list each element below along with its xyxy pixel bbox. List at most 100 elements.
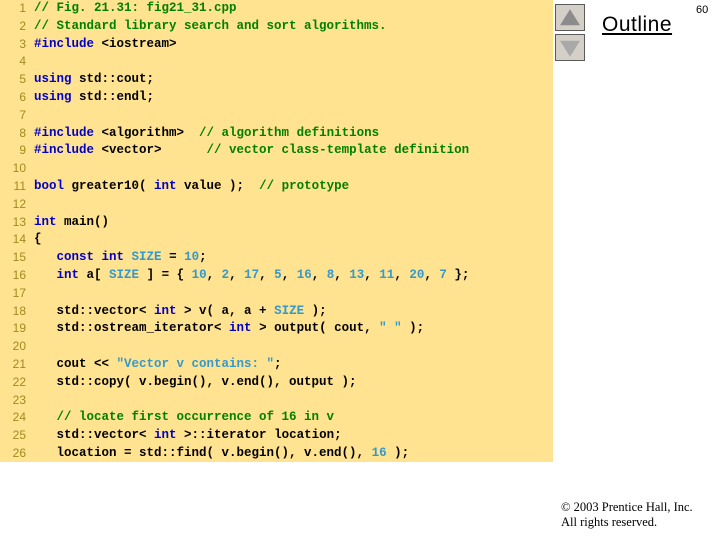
line-number: 24 [12, 410, 26, 425]
code-token: "Vector v contains: " [116, 356, 275, 371]
code-line: 23 [0, 392, 553, 410]
line-number: 9 [19, 143, 26, 158]
line-number: 22 [12, 374, 26, 389]
code-token: <vector> [94, 143, 207, 158]
code-token: { [34, 232, 42, 247]
code-token: SIZE [131, 250, 162, 265]
line-number: 25 [12, 428, 26, 443]
line-number: 15 [12, 250, 26, 265]
code-token: // vector class-template definition [206, 143, 470, 158]
code-token: ); [304, 303, 327, 318]
code-token: // locate first occurrence of 16 in v [56, 410, 335, 425]
code-token: , [311, 267, 327, 282]
code-line: 14 { [0, 231, 553, 249]
line-number: 3 [19, 36, 26, 51]
code-token: std::ostream_iterator< [34, 321, 230, 336]
code-text: const int SIZE = 10; [34, 249, 207, 267]
scroll-up-button[interactable] [555, 4, 585, 31]
code-line: 17 [0, 285, 553, 303]
line-number: 14 [12, 232, 26, 247]
code-text: std::vector< int >::iterator location; [34, 427, 342, 445]
outline-heading: Outline [602, 13, 673, 36]
code-token: 7 [439, 267, 447, 282]
code-token: > output( cout, [251, 321, 380, 336]
code-token: 11 [379, 267, 395, 282]
code-lines: 1 // Fig. 21.31: fig21_31.cpp 2 // Standard… [0, 0, 553, 462]
code-line: 5 using std::cout; [0, 71, 553, 89]
code-token: , [394, 267, 410, 282]
line-number: 10 [12, 161, 26, 176]
code-token: ] = { [139, 267, 192, 282]
code-text: std::ostream_iterator< int > output( cou… [34, 320, 425, 338]
triangle-down-icon [560, 40, 580, 57]
code-listing-panel: 1 // Fig. 21.31: fig21_31.cpp 2 // Standard… [0, 0, 553, 462]
code-token: #include [34, 36, 95, 51]
code-line: 12 [0, 196, 553, 214]
code-token: using [34, 72, 72, 87]
code-token: std::endl; [71, 89, 155, 104]
code-token: greater10( [64, 178, 155, 193]
code-text: #include <algorithm> // algorithm defini… [34, 125, 379, 143]
code-token: 16 [296, 267, 312, 282]
code-token: // algorithm definitions [199, 125, 380, 140]
code-token: > v( a, a + [176, 303, 275, 318]
code-text: using std::endl; [34, 89, 154, 107]
code-text: #include <vector> // vector class-templa… [34, 142, 469, 160]
code-token: ; [274, 356, 282, 371]
page-number: 60 [696, 4, 709, 16]
scroll-down-button[interactable] [555, 34, 585, 61]
code-token: 17 [244, 267, 260, 282]
code-token: cout << [34, 356, 117, 371]
triangle-up-icon [560, 8, 580, 25]
code-token: const int [56, 250, 125, 265]
code-token: location = std::find( v.begin(), v.end()… [34, 445, 372, 460]
code-line: 10 [0, 160, 553, 178]
line-number: 17 [12, 285, 26, 300]
copyright-line-1: © 2003 Prentice Hall, Inc. [561, 500, 693, 514]
code-line: 24 // locate first occurrence of 16 in v [0, 409, 553, 427]
code-token: , [259, 267, 275, 282]
code-line: 2 // Standard library search and sort alg… [0, 18, 553, 36]
code-token: , [364, 267, 380, 282]
scroll-button-group [555, 4, 587, 64]
code-line: 4 [0, 53, 553, 71]
code-token: int [56, 267, 80, 282]
code-token: bool [34, 178, 65, 193]
code-line: 9 #include <vector> // vector class-templ… [0, 142, 553, 160]
copyright-footer: © 2003 Prentice Hall, Inc. All rights re… [561, 500, 693, 530]
code-line: 6 using std::endl; [0, 89, 553, 107]
code-token: >::iterator location; [176, 428, 342, 443]
code-token: std::copy( v.begin(), v.end(), output ); [34, 374, 357, 389]
line-number: 19 [12, 321, 26, 336]
code-token: std::vector< [34, 428, 155, 443]
code-line: 21 cout << "Vector v contains: "; [0, 356, 553, 374]
code-text: // locate first occurrence of 16 in v [34, 409, 335, 427]
code-text: cout << "Vector v contains: "; [34, 356, 282, 374]
line-number: 16 [12, 267, 26, 282]
code-token: SIZE [109, 267, 140, 282]
line-number: 18 [12, 303, 26, 318]
code-token: , [229, 267, 245, 282]
code-text: int main() [34, 214, 109, 232]
code-token: ; [199, 250, 207, 265]
code-token: std::vector< [34, 303, 155, 318]
line-number: 11 [13, 178, 26, 193]
line-number: 21 [12, 356, 26, 371]
code-text: bool greater10( int value ); // prototyp… [34, 178, 349, 196]
line-number: 20 [12, 339, 26, 354]
code-token: 16 [371, 445, 387, 460]
code-line: 19 std::ostream_iterator< int > output( … [0, 320, 553, 338]
code-text: { [34, 231, 42, 249]
code-token: // prototype [259, 178, 350, 193]
code-text: int a[ SIZE ] = { 10, 2, 17, 5, 16, 8, 1… [34, 267, 470, 285]
code-token: value ); [176, 178, 260, 193]
code-text: location = std::find( v.begin(), v.end()… [34, 445, 410, 462]
code-line: 22 std::copy( v.begin(), v.end(), output… [0, 374, 553, 392]
code-token: SIZE [274, 303, 305, 318]
code-line: 3 #include <iostream> [0, 36, 553, 54]
code-token: int [154, 303, 177, 318]
code-text: #include <iostream> [34, 36, 177, 54]
code-token: 10 [184, 250, 200, 265]
